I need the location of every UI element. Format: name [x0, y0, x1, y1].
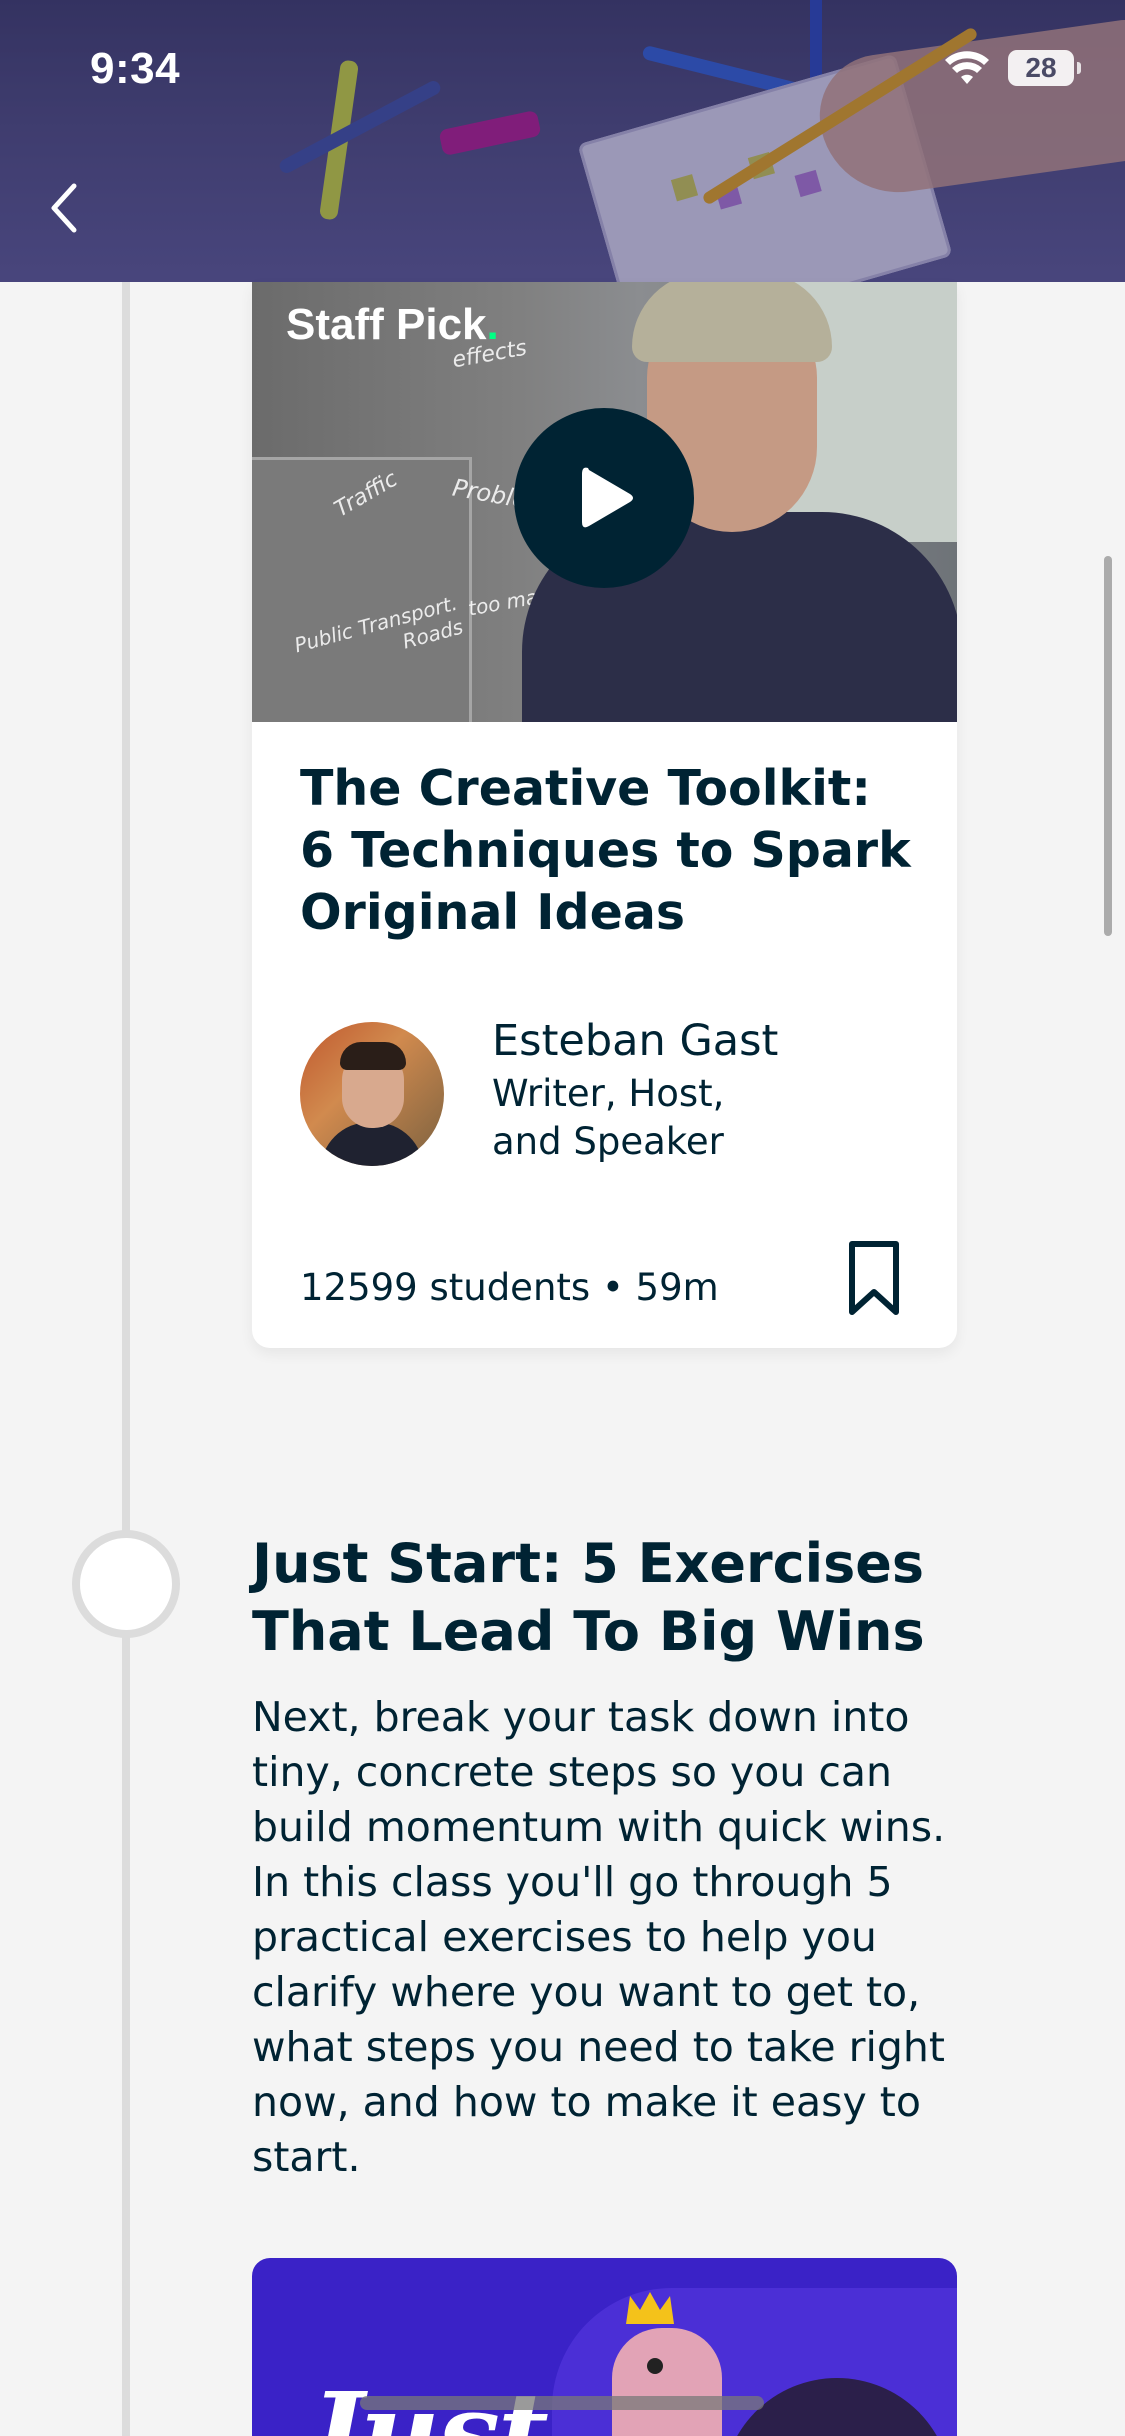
- screen: 9:34 28 Traffic Problem effects Public T…: [0, 0, 1125, 2436]
- timeline-line: [122, 282, 130, 2436]
- class-meta: 12599 students • 59m: [300, 1266, 719, 1309]
- home-indicator[interactable]: [360, 2396, 764, 2410]
- scrollbar[interactable]: [1104, 556, 1112, 936]
- crown-icon: [626, 2292, 674, 2324]
- timeline-node: [72, 1530, 180, 1638]
- teacher-avatar[interactable]: [300, 1022, 444, 1166]
- creature-illustration: [612, 2328, 722, 2436]
- teacher-role: Writer, Host, and Speaker: [492, 1072, 725, 1163]
- bookmark-icon[interactable]: [846, 1240, 902, 1316]
- status-time: 9:34: [90, 44, 181, 93]
- play-icon: [582, 467, 633, 528]
- header-banner-image: 9:34 28: [0, 0, 1125, 282]
- section-description: Next, break your task down into tiny, co…: [252, 1693, 946, 2181]
- battery-icon: 28: [1008, 50, 1081, 86]
- video-thumbnail[interactable]: Traffic Problem effects Public Transport…: [252, 282, 957, 722]
- teacher-name[interactable]: Esteban Gast: [492, 1016, 778, 1066]
- section-title: Just Start: 5 Exercises That Lead To Big…: [252, 1532, 925, 1663]
- class-card[interactable]: Traffic Problem effects Public Transport…: [252, 282, 957, 1348]
- play-button[interactable]: [514, 408, 694, 588]
- staff-pick-badge: Staff Pick.: [286, 300, 499, 349]
- class-title[interactable]: The Creative Toolkit: 6 Techniques to Sp…: [300, 758, 920, 944]
- wifi-icon: [945, 51, 989, 84]
- back-button[interactable]: [40, 178, 90, 238]
